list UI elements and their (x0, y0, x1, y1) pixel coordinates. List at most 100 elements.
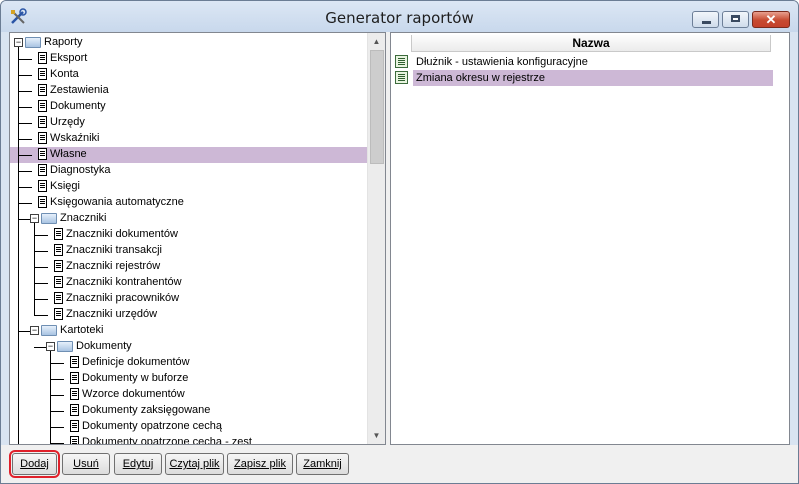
collapse-toggle-icon[interactable]: − (14, 38, 23, 47)
report-tree[interactable]: − Raporty Eksport Konta Zestawienia Dokumenty… (9, 32, 386, 445)
add-button[interactable]: Dodaj (9, 450, 60, 478)
tree-item[interactable]: Własne (10, 147, 369, 163)
scrollbar-thumb[interactable] (370, 50, 384, 164)
document-icon (70, 436, 79, 444)
document-icon (70, 356, 79, 368)
title-bar[interactable]: Generator raportów ✕ (1, 1, 798, 32)
document-icon (38, 100, 47, 112)
read-file-button[interactable]: Czytaj plik (165, 453, 224, 475)
tree-connector (18, 139, 32, 140)
tree-connector (18, 187, 32, 188)
tree-item-label: Eksport (50, 52, 88, 64)
tree-item[interactable]: Znaczniki pracowników (10, 291, 369, 307)
list-item[interactable]: Zmiana okresu w rejestrze (393, 70, 773, 86)
tree-item-label: Konta (50, 68, 79, 80)
tree-item-label: Wzorce dokumentów (82, 388, 185, 400)
tree-item-label: Urzędy (50, 116, 85, 128)
tree-vertical-scrollbar[interactable]: ▲ ▼ (367, 33, 385, 444)
scroll-up-icon[interactable]: ▲ (368, 33, 385, 50)
tree-item[interactable]: Znaczniki rejestrów (10, 259, 369, 275)
tree-item[interactable]: Dokumenty (10, 99, 369, 115)
edit-button[interactable]: Edytuj (114, 453, 162, 475)
minimize-button[interactable] (692, 11, 719, 28)
column-header-name[interactable]: Nazwa (411, 35, 771, 52)
minimize-icon (702, 21, 711, 24)
document-icon (38, 196, 47, 208)
tree-item-label: Znaczniki urzędów (66, 308, 158, 320)
tree-item[interactable]: − Znaczniki (10, 211, 369, 227)
collapse-toggle-icon[interactable]: − (30, 214, 39, 223)
maximize-button[interactable] (722, 11, 749, 28)
list-item[interactable]: Dłużnik - ustawienia konfiguracyjne (393, 54, 771, 70)
document-icon (54, 228, 63, 240)
tree-item[interactable]: − Kartoteki (10, 323, 369, 339)
tree-guide-line (34, 223, 35, 316)
folder-icon (41, 213, 57, 224)
document-icon (70, 404, 79, 416)
save-file-button[interactable]: Zapisz plik (227, 453, 293, 475)
tree-item[interactable]: Urzędy (10, 115, 369, 131)
report-list[interactable]: Nazwa Dłużnik - ustawienia konfiguracyjn… (390, 32, 790, 445)
tree-item-label: Znaczniki pracowników (66, 292, 180, 304)
scroll-down-icon[interactable]: ▼ (368, 427, 385, 444)
tree-item[interactable]: Zestawienia (10, 83, 369, 99)
collapse-toggle-icon[interactable]: − (30, 326, 39, 335)
tree-item[interactable]: Diagnostyka (10, 163, 369, 179)
list-item-label: Zmiana okresu w rejestrze (413, 70, 773, 86)
tree-item[interactable]: Wzorce dokumentów (10, 387, 369, 403)
document-icon (38, 132, 47, 144)
tree-connector (50, 411, 64, 412)
tree-connector (34, 267, 48, 268)
tree-item[interactable]: Konta (10, 67, 369, 83)
tree-item[interactable]: Księgi (10, 179, 369, 195)
document-icon (54, 308, 63, 320)
document-icon (70, 372, 79, 384)
tree-item-label: Księgi (50, 180, 80, 192)
tree-item-label: Znaczniki rejestrów (66, 260, 161, 272)
tree-item[interactable]: Dokumenty opatrzone cechą - zest (10, 435, 369, 444)
document-icon (38, 84, 47, 96)
tree-item[interactable]: Definicje dokumentów (10, 355, 369, 371)
folder-icon (57, 341, 73, 352)
window-title: Generator raportów (325, 9, 474, 27)
tree-item[interactable]: Eksport (10, 51, 369, 67)
button-bar: Dodaj Usuń Edytuj Czytaj plik Zapisz pli… (1, 445, 798, 483)
tree-connector (50, 363, 64, 364)
tree-item[interactable]: Dokumenty w buforze (10, 371, 369, 387)
tree-item-label: Znaczniki dokumentów (66, 228, 178, 240)
delete-button[interactable]: Usuń (62, 453, 110, 475)
document-icon (38, 52, 47, 64)
tree-item-label: Dokumenty zaksięgowane (82, 404, 211, 416)
folder-icon (25, 37, 41, 48)
tree-item-label: Znaczniki transakcji (66, 244, 162, 256)
tree-item[interactable]: Dokumenty zaksięgowane (10, 403, 369, 419)
close-button[interactable]: Zamknij (296, 453, 349, 475)
document-icon (54, 260, 63, 272)
tree-connector (34, 251, 48, 252)
document-icon (38, 68, 47, 80)
tree-item[interactable]: Znaczniki kontrahentów (10, 275, 369, 291)
tree-item[interactable]: Wskaźniki (10, 131, 369, 147)
tree-item[interactable]: Dokumenty opatrzone cechą (10, 419, 369, 435)
tree-item[interactable]: Księgowania automatyczne (10, 195, 369, 211)
report-generator-window: Generator raportów ✕ − Raporty Eksport Kont… (0, 0, 799, 484)
tree-item[interactable]: − Dokumenty (10, 339, 369, 355)
tree-item[interactable]: − Raporty (10, 35, 369, 51)
tree-item-label: Znaczniki (60, 212, 107, 224)
document-icon (70, 388, 79, 400)
tree-item-label: Dokumenty (50, 100, 106, 112)
collapse-toggle-icon[interactable]: − (46, 342, 55, 351)
tree-item[interactable]: Znaczniki urzędów (10, 307, 369, 323)
tree-item[interactable]: Znaczniki transakcji (10, 243, 369, 259)
close-window-button[interactable]: ✕ (752, 11, 790, 28)
tree-item-label: Dokumenty opatrzone cechą (82, 420, 223, 432)
tree-connector (18, 171, 32, 172)
tree-guide-line (18, 47, 19, 444)
document-icon (70, 420, 79, 432)
tree-item[interactable]: Znaczniki dokumentów (10, 227, 369, 243)
tree-item-label: Diagnostyka (50, 164, 111, 176)
tree-item-label: Definicje dokumentów (82, 356, 190, 368)
document-icon (38, 164, 47, 176)
maximize-icon (731, 15, 740, 22)
report-icon (395, 71, 408, 84)
